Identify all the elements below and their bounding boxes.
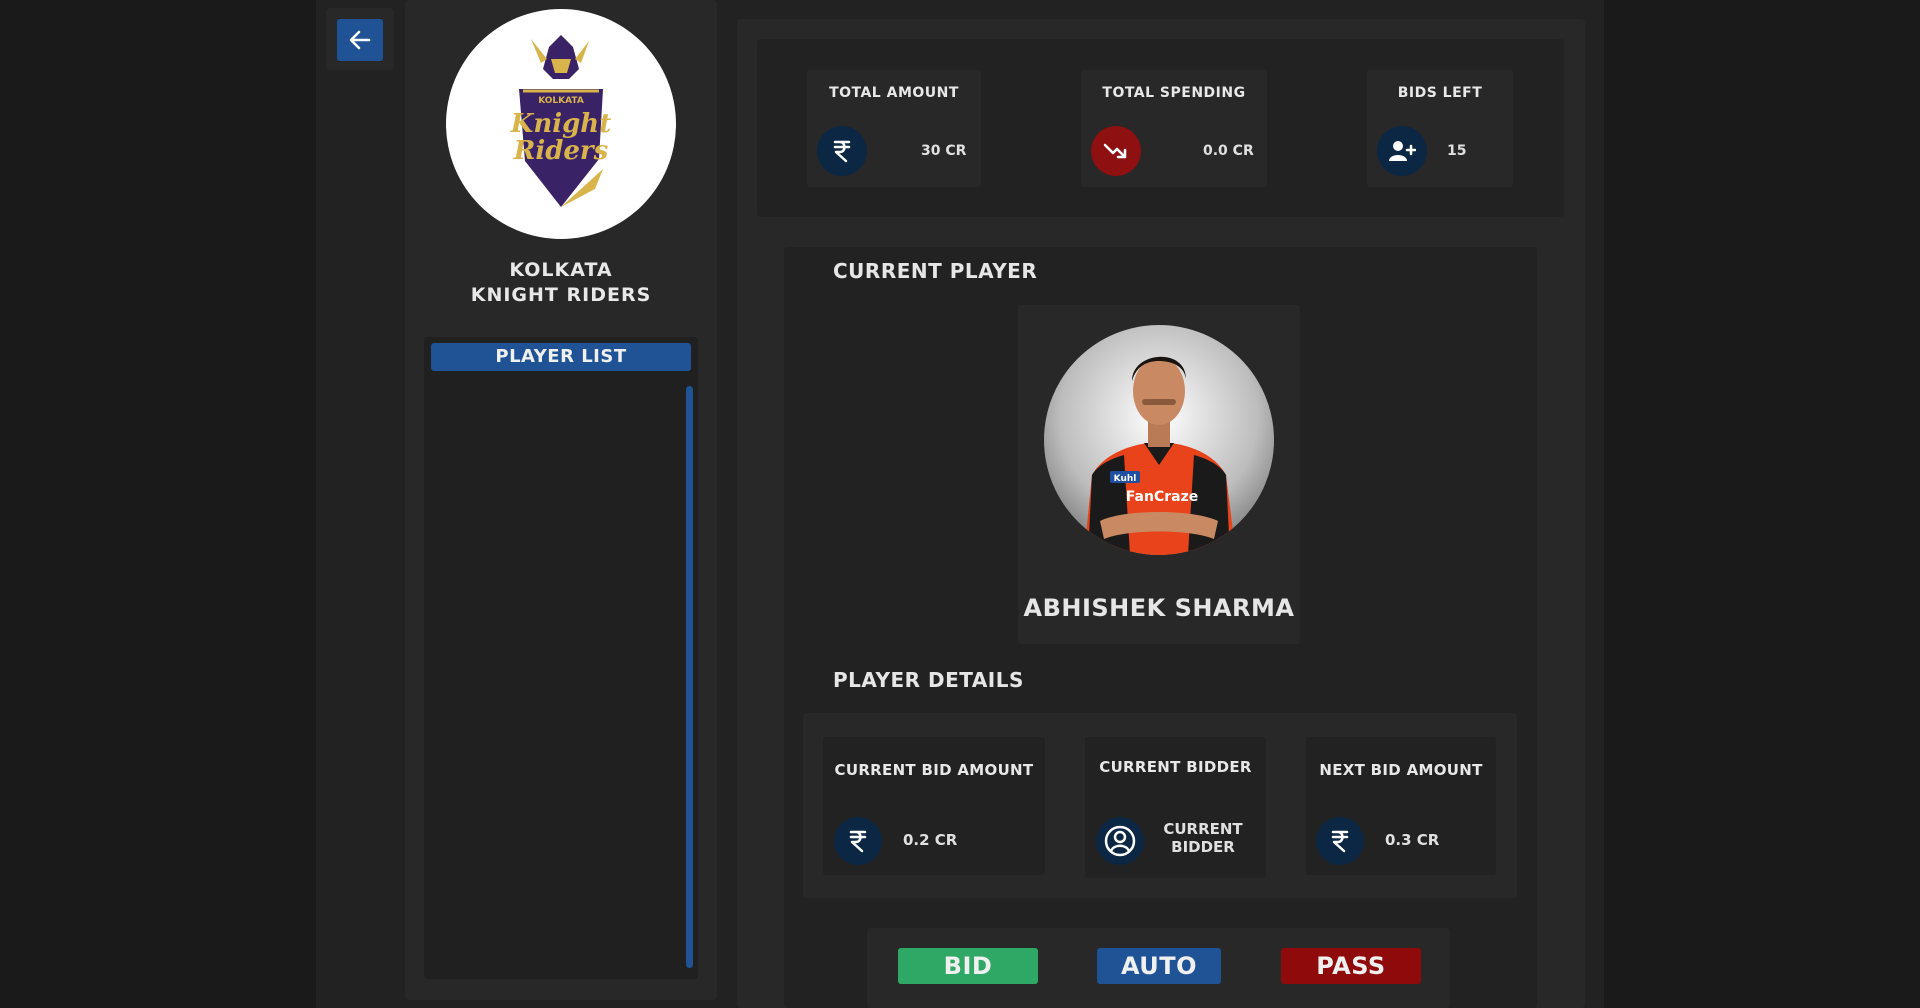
rupee-icon xyxy=(834,817,882,865)
user-add-icon xyxy=(1377,126,1427,176)
total-spending-value: 0.0 CR xyxy=(1203,143,1254,159)
player-list xyxy=(424,337,698,979)
total-amount-title: TOTAL AMOUNT xyxy=(829,85,959,101)
rupee-icon xyxy=(817,126,867,176)
total-amount-value: 30 CR xyxy=(921,143,967,159)
total-spending-title: TOTAL SPENDING xyxy=(1102,85,1246,101)
svg-text:Riders: Riders xyxy=(513,136,609,166)
current-player-title: CURRENT PLAYER xyxy=(833,259,1038,283)
player-details-title: PLAYER DETAILS xyxy=(833,668,1024,692)
player-name: ABHISHEK SHARMA xyxy=(1023,594,1295,622)
team-logo: KOLKATA Knight Riders xyxy=(446,9,676,239)
svg-text:KOLKATA: KOLKATA xyxy=(538,96,584,106)
user-circle-icon xyxy=(1096,817,1144,865)
next-bid-value: 0.3 CR xyxy=(1385,831,1440,849)
bids-left-title: BIDS LEFT xyxy=(1397,85,1483,101)
current-bidder-title: CURRENT BIDDER xyxy=(1099,758,1252,776)
next-bid-title: NEXT BID AMOUNT xyxy=(1319,761,1483,779)
pass-button[interactable]: PASS xyxy=(1281,948,1421,984)
kkr-logo-icon: KOLKATA Knight Riders xyxy=(510,35,611,207)
player-avatar-icon: Kuhl FanCraze xyxy=(1084,356,1236,555)
svg-text:Knight: Knight xyxy=(510,109,611,139)
player-photo: Kuhl FanCraze xyxy=(1044,325,1274,555)
current-bidder-value-line2: BIDDER xyxy=(1171,838,1235,856)
total-amount-card: TOTAL AMOUNT 30 CR xyxy=(807,70,981,187)
team-name-line2: KNIGHT RIDERS xyxy=(470,284,652,306)
bids-left-value: 15 xyxy=(1447,143,1467,159)
auto-button[interactable]: AUTO xyxy=(1097,948,1221,984)
player-list-header: PLAYER LIST xyxy=(431,343,691,371)
arrow-left-icon xyxy=(349,30,371,50)
current-bid-title: CURRENT BID AMOUNT xyxy=(834,761,1034,779)
svg-text:Kuhl: Kuhl xyxy=(1114,474,1137,484)
back-button[interactable] xyxy=(337,19,383,61)
bids-left-card: BIDS LEFT 15 xyxy=(1367,70,1513,187)
total-spending-card: TOTAL SPENDING 0.0 CR xyxy=(1081,70,1267,187)
bid-button[interactable]: BID xyxy=(898,948,1038,984)
trending-down-icon xyxy=(1091,126,1141,176)
current-bidder-value-line1: CURRENT xyxy=(1163,820,1243,838)
team-name: KOLKATA KNIGHT RIDERS xyxy=(405,258,717,308)
player-list-scrollbar[interactable] xyxy=(686,386,693,968)
rupee-icon xyxy=(1316,817,1364,865)
svg-text:FanCraze: FanCraze xyxy=(1126,489,1198,505)
current-bid-value: 0.2 CR xyxy=(903,831,958,849)
team-name-line1: KOLKATA xyxy=(509,259,613,281)
current-bidder-value: CURRENT BIDDER xyxy=(1158,820,1248,856)
